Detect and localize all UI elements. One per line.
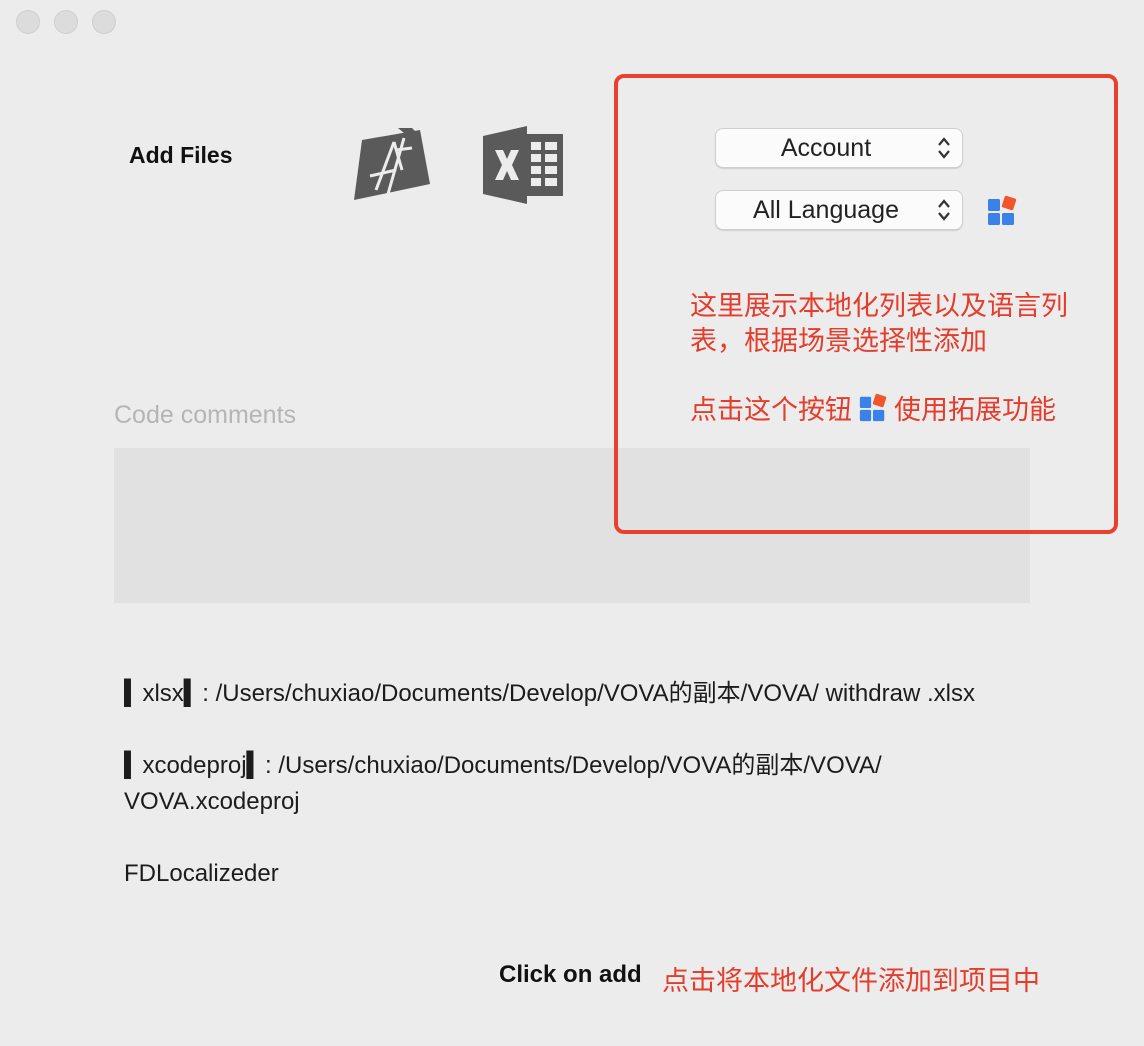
- code-comments-label: Code comments: [114, 401, 297, 429]
- annotation-note-add: 点击将本地化文件添加到项目中: [662, 966, 1040, 996]
- language-select-value: All Language: [753, 195, 899, 224]
- zoom-button[interactable]: [92, 10, 116, 34]
- localization-select-value: Account: [780, 133, 872, 162]
- localization-select[interactable]: Account: [715, 128, 963, 168]
- language-select[interactable]: All Language: [715, 190, 963, 230]
- chevron-up-down-icon: [938, 199, 950, 221]
- extension-icon: [859, 393, 887, 422]
- minimize-button[interactable]: [54, 10, 78, 34]
- window-controls: [16, 10, 116, 34]
- file-entry-xcodeproj: ▍xcodeproj▍: /Users/chuxiao/Documents/De…: [124, 752, 882, 815]
- annotation-note-ext-before: 点击这个按钮: [690, 395, 852, 425]
- code-comments-field[interactable]: [114, 448, 1030, 603]
- close-button[interactable]: [16, 10, 40, 34]
- file-entry-localizer: FDLocalizeder: [124, 860, 279, 887]
- file-list: ▍xlsx▍: /Users/chuxiao/Documents/Develop…: [124, 676, 1004, 909]
- excel-icon[interactable]: [483, 126, 565, 204]
- add-files-label: Add Files: [129, 142, 233, 168]
- app-window: Add Files Account All Language 这里展示本地化列表…: [0, 0, 1144, 1046]
- annotation-note-extension: 点击这个按钮 使用拓展功能: [690, 393, 1080, 428]
- xcode-icon[interactable]: [350, 126, 432, 206]
- annotation-note-lists: 这里展示本地化列表以及语言列表，根据场景选择性添加: [690, 291, 1068, 356]
- click-on-add-button[interactable]: Click on add: [499, 961, 642, 989]
- annotation-note-ext-after: 使用拓展功能: [894, 395, 1056, 425]
- extension-icon[interactable]: [986, 195, 1018, 227]
- file-entry-xlsx: ▍xlsx▍: /Users/chuxiao/Documents/Develop…: [124, 680, 975, 707]
- chevron-up-down-icon: [938, 137, 950, 159]
